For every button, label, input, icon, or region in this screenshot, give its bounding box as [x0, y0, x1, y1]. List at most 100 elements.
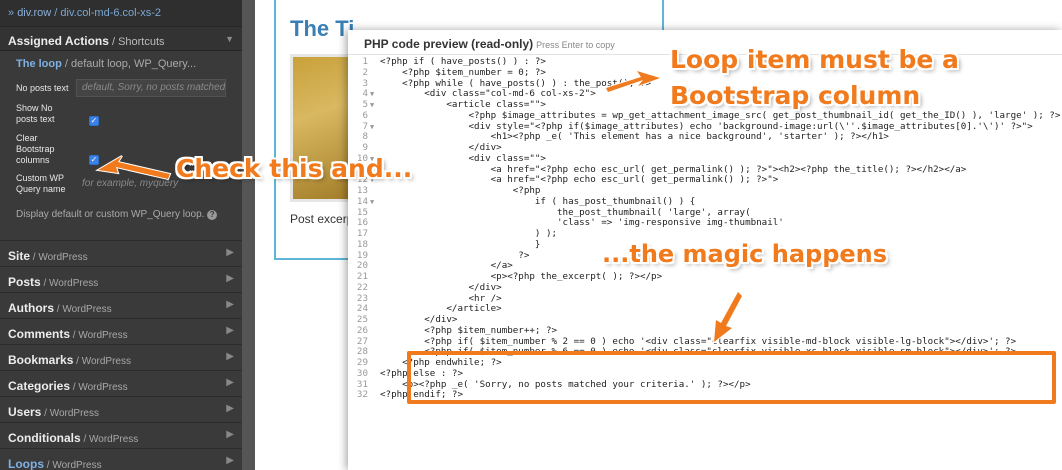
section-category: / WordPress — [70, 382, 128, 393]
dialog-title: PHP code preview (read-only) — [364, 37, 534, 51]
section-name: Comments — [8, 327, 71, 341]
section-users[interactable]: Users / WordPress ▶ — [0, 396, 242, 422]
code-line: 13 <?php — [348, 185, 1062, 197]
chevron-right-icon: ▶ — [226, 299, 234, 310]
fold-arrow-icon — [370, 218, 380, 229]
section-category: / WordPress — [40, 278, 99, 289]
left-panel: » div.row / div.col-md-6.col-xs-2 Assign… — [0, 0, 242, 470]
dialog-hint: Press Enter to copy — [536, 40, 615, 50]
callout-magic: ...the magic happens — [602, 240, 888, 268]
section-bookmarks[interactable]: Bookmarks / WordPress ▶ — [0, 344, 242, 370]
code-text: <a href="<?php echo esc_url( get_permali… — [380, 164, 967, 175]
section-categories[interactable]: Categories / WordPress ▶ — [0, 370, 242, 396]
line-number: 6 — [362, 109, 368, 121]
line-number: 30 — [356, 367, 368, 379]
code-text: <?php if( $item_number % 2 == 0 ) echo '… — [380, 336, 1017, 347]
code-text: <h1><?php _e( 'This element has a nice b… — [380, 132, 889, 143]
code-text: the_post_thumbnail( 'large', array( — [380, 207, 751, 218]
collapse-triangle-icon[interactable]: ▼ — [225, 32, 234, 50]
assigned-actions-title: Assigned Actions — [8, 34, 109, 48]
code-line: 14 ▼ if ( has_post_thumbnail() ) { — [348, 196, 1062, 208]
code-text: </div> — [380, 315, 458, 325]
clear-bootstrap-checkbox[interactable]: ✓ — [89, 155, 99, 165]
callout-check: Check this and... — [176, 154, 413, 183]
assigned-actions-header[interactable]: Assigned Actions / Shortcuts ▼ — [0, 27, 242, 51]
fold-arrow-icon[interactable]: ▼ — [370, 197, 380, 208]
breadcrumb-item-row[interactable]: div.row — [17, 7, 51, 19]
section-comments[interactable]: Comments / WordPress ▶ — [0, 318, 242, 344]
code-text: if ( has_post_thumbnail() ) { — [380, 196, 696, 207]
fold-arrow-icon — [370, 79, 380, 90]
fold-arrow-icon — [370, 229, 380, 240]
fold-arrow-icon — [370, 315, 380, 326]
section-authors[interactable]: Authors / WordPress ▶ — [0, 292, 242, 318]
breadcrumb-prefix: » — [8, 7, 18, 19]
section-list: Site / WordPress ▶ Posts / WordPress ▶ Aut… — [0, 240, 242, 470]
chevron-right-icon: ▶ — [226, 351, 234, 362]
code-text: <p><?php the_excerpt( ); ?></p> — [380, 272, 663, 282]
fold-arrow-icon — [370, 390, 380, 401]
section-conditionals[interactable]: Conditionals / WordPress ▶ — [0, 422, 242, 448]
code-highlight-box — [407, 351, 1056, 404]
callout-loop-item: Loop item must be a Bootstrap column — [670, 42, 959, 114]
fold-arrow-icon[interactable]: ▼ — [370, 89, 380, 100]
section-category: / WordPress — [44, 460, 102, 470]
section-category: / WordPress — [73, 356, 131, 367]
code-line: 25 </div> — [348, 314, 1062, 326]
help-circle-icon[interactable]: ? — [207, 210, 218, 220]
line-number: 26 — [356, 324, 368, 336]
no-posts-text-input[interactable]: default, Sorry, no posts matched y — [76, 79, 226, 97]
section-category: / WordPress — [41, 408, 99, 419]
section-name: Authors — [8, 301, 54, 315]
fold-arrow-icon — [370, 186, 380, 197]
fold-arrow-icon — [370, 294, 380, 305]
code-text: </div> — [380, 143, 502, 153]
line-number: 22 — [356, 281, 368, 293]
fold-arrow-icon — [370, 251, 380, 262]
line-number: 2 — [362, 66, 368, 78]
fold-arrow-icon — [370, 143, 380, 154]
code-text: } — [380, 239, 541, 250]
code-text: ?> — [380, 250, 530, 261]
section-name: Posts — [8, 275, 41, 289]
code-text: </a> — [380, 261, 513, 272]
section-site[interactable]: Site / WordPress ▶ — [0, 240, 242, 266]
code-text: <?php $item_number = 0; ?> — [380, 67, 546, 78]
section-category: / WordPress — [54, 304, 112, 315]
section-posts[interactable]: Posts / WordPress ▶ — [0, 266, 242, 292]
show-no-posts-label: Show No posts text — [16, 103, 55, 124]
code-text: <?php if ( have_posts() ) : ?> — [380, 57, 546, 67]
fold-arrow-icon — [370, 358, 380, 369]
code-text: </article> — [380, 304, 502, 315]
fold-arrow-icon[interactable]: ▼ — [370, 100, 380, 111]
code-text: 'class' => 'img-responsive img-thumbnail… — [380, 218, 784, 229]
loop-action-link[interactable]: The loop — [16, 58, 62, 70]
clear-bootstrap-label: Clear Bootstrap columns — [16, 133, 55, 165]
preview-post-excerpt: Post excerpt — [290, 212, 357, 226]
chevron-right-icon: ▶ — [226, 377, 234, 388]
fold-arrow-icon — [370, 326, 380, 337]
chevron-right-icon: ▶ — [226, 403, 234, 414]
fold-arrow-icon — [370, 111, 380, 122]
section-name: Users — [8, 405, 42, 419]
fold-arrow-icon — [370, 380, 380, 391]
section-name: Loops — [8, 457, 44, 470]
code-text: <div style="<?php if($image_attributes) … — [380, 121, 1033, 132]
show-no-posts-checkbox[interactable]: ✓ — [89, 116, 99, 126]
display-note: Display default or custom WP_Query loop.… — [0, 199, 242, 220]
fold-arrow-icon — [370, 304, 380, 315]
breadcrumb: » div.row / div.col-md-6.col-xs-2 — [0, 0, 242, 27]
code-line: 11 <a href="<?php echo esc_url( get_perm… — [348, 164, 1062, 176]
show-no-posts-row: Show No posts text ✓ — [0, 103, 242, 129]
chevron-right-icon: ▶ — [226, 325, 234, 336]
fold-arrow-icon — [370, 272, 380, 283]
section-name: Categories — [8, 379, 71, 393]
fold-arrow-icon[interactable]: ▼ — [370, 122, 380, 133]
code-text: ) ); — [380, 229, 558, 239]
chevron-right-icon: ▶ — [226, 247, 234, 258]
breadcrumb-item-column[interactable]: div.col-md-6.col-xs-2 — [60, 7, 161, 19]
section-loops[interactable]: Loops / WordPress ▶ — [0, 448, 242, 470]
code-text: <article class=""> — [380, 100, 546, 110]
display-note-text: Display default or custom WP_Query loop. — [16, 209, 205, 220]
code-text: <?php $item_number++; ?> — [380, 325, 558, 336]
